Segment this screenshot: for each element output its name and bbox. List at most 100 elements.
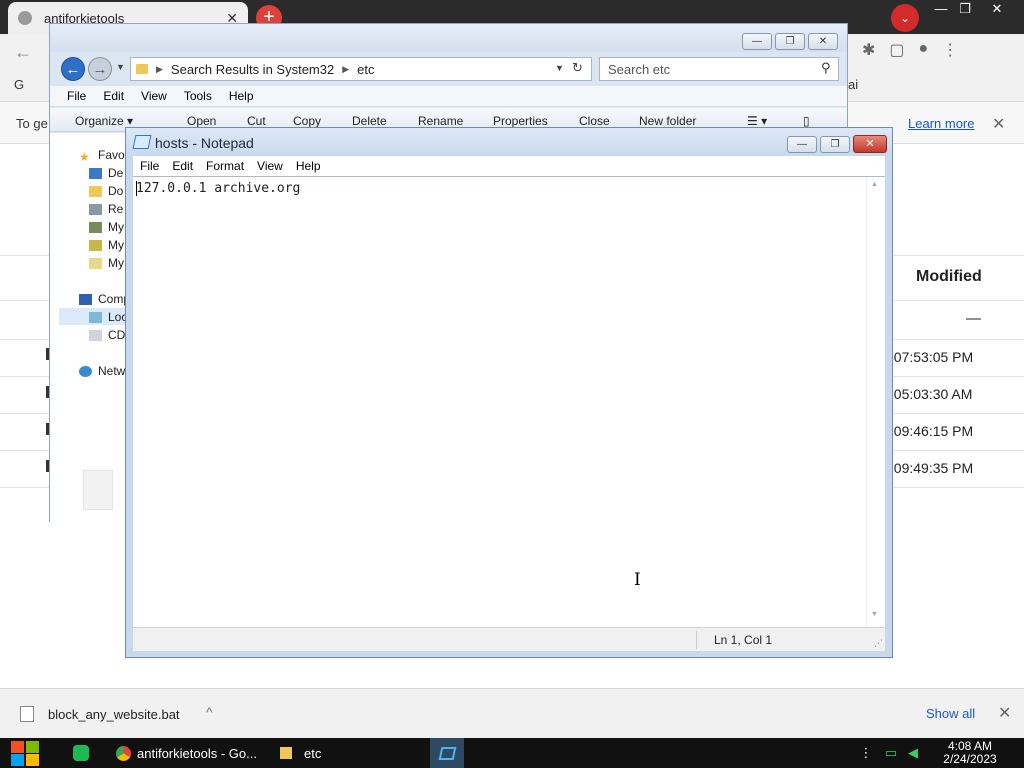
tree-item-downloads[interactable]: Do <box>89 184 123 198</box>
properties-button[interactable]: Properties <box>493 114 548 128</box>
speaker-icon[interactable]: ◀ <box>904 738 922 768</box>
tree-item-library[interactable]: My <box>89 220 124 234</box>
minimize-button[interactable]: — <box>742 33 772 50</box>
text-editor[interactable]: 127.0.0.1 archive.org ▲ ▼ <box>133 176 885 627</box>
folder-icon <box>136 64 148 74</box>
cd-drive-icon <box>89 329 102 341</box>
puzzle-icon[interactable]: ✱ <box>862 40 875 60</box>
back-arrow-icon[interactable]: ← <box>61 57 85 81</box>
tree-item-library[interactable]: My <box>89 238 124 252</box>
cut-button[interactable]: Cut <box>247 114 266 128</box>
menu-icon[interactable]: ⋮ <box>942 40 958 60</box>
explorer-menubar: File Edit View Tools Help <box>50 86 847 107</box>
maximize-button[interactable]: ❐ <box>775 33 805 50</box>
tree-item-local-disk[interactable]: Loc <box>89 310 127 324</box>
organize-button[interactable]: Organize ▾ <box>75 114 133 128</box>
network-icon[interactable]: ▭ <box>882 738 900 768</box>
scroll-down-icon[interactable]: ▼ <box>871 611 878 618</box>
taskbar-item-label: antiforkietools - Go... <box>137 745 257 761</box>
close-button[interactable]: ✕ <box>982 0 1012 18</box>
rename-button[interactable]: Rename <box>418 114 463 128</box>
open-button[interactable]: Open <box>187 114 216 128</box>
minimize-button[interactable]: — <box>787 136 817 153</box>
menu-view[interactable]: View <box>141 86 167 106</box>
preview-pane-icon[interactable]: ▯ <box>803 114 810 128</box>
start-button[interactable] <box>8 738 46 768</box>
search-input[interactable]: Search etc <box>599 57 839 81</box>
taskbar-item-notepad[interactable] <box>430 738 464 768</box>
tree-item-label: Favo <box>98 148 125 162</box>
more-options-icon[interactable]: ⋮ <box>858 738 874 768</box>
desktop-icon <box>89 167 102 179</box>
window-title: hosts - Notepad <box>155 135 254 151</box>
menu-view[interactable]: View <box>257 156 283 176</box>
extension-icons: ✱ ▢ ● ⋮ <box>862 40 958 60</box>
show-all-button[interactable]: Show all <box>926 706 975 721</box>
copy-button[interactable]: Copy <box>293 114 321 128</box>
menu-tools[interactable]: Tools <box>184 86 212 106</box>
notepad-icon[interactable] <box>132 135 152 149</box>
text-caret <box>136 181 137 196</box>
breadcrumb-item[interactable]: Search Results in System32 <box>171 62 334 77</box>
delete-button[interactable]: Delete <box>352 114 387 128</box>
taskbar-item-chrome[interactable]: antiforkietools - Go... <box>108 738 264 768</box>
scroll-up-icon[interactable]: ▲ <box>871 181 878 188</box>
view-options-icon[interactable]: ☰ ▾ <box>747 114 767 128</box>
tree-item-library[interactable]: My <box>89 256 124 270</box>
close-button[interactable]: ✕ <box>808 33 838 50</box>
taskbar-pin[interactable] <box>66 738 96 768</box>
resize-grip-icon[interactable]: ⋰ <box>874 638 883 649</box>
forward-arrow-icon[interactable]: → <box>88 57 112 81</box>
menu-help[interactable]: Help <box>296 156 321 176</box>
menu-file[interactable]: File <box>67 86 86 106</box>
tab-search-button[interactable]: ⌄ <box>891 4 919 32</box>
tree-item-cd-drive[interactable]: CD <box>89 328 125 342</box>
tree-item-favorites[interactable]: ★ Favo <box>79 148 125 164</box>
column-header-modified[interactable]: Modified <box>916 268 982 286</box>
account-icon[interactable]: ● <box>919 40 929 60</box>
tree-item-recent[interactable]: Re <box>89 202 123 216</box>
back-arrow-icon[interactable]: ← <box>14 42 32 63</box>
search-icon[interactable]: ⚲ <box>821 60 831 76</box>
menu-help[interactable]: Help <box>229 86 254 106</box>
network-icon <box>79 365 92 377</box>
close-command-button[interactable]: Close <box>579 114 610 128</box>
close-button[interactable]: ✕ <box>853 135 887 153</box>
close-icon[interactable]: ✕ <box>992 114 1005 134</box>
taskbar-item-explorer[interactable]: etc <box>272 738 422 768</box>
learn-more-link[interactable]: Learn more <box>908 116 974 131</box>
menu-format[interactable]: Format <box>206 156 244 176</box>
windows-logo-icon <box>11 754 24 766</box>
editor-content[interactable]: 127.0.0.1 archive.org <box>136 181 300 196</box>
tree-item-label: My <box>108 256 124 270</box>
chevron-down-icon[interactable]: ▼ <box>555 63 564 73</box>
library-icon <box>89 239 102 251</box>
menu-edit[interactable]: Edit <box>172 156 193 176</box>
download-item[interactable]: block_any_website.bat <box>48 707 180 722</box>
chevron-down-icon[interactable]: ▼ <box>116 62 125 72</box>
tree-item-label: De <box>108 166 124 180</box>
tree-item-network[interactable]: Netw <box>79 364 125 378</box>
tree-item-computer[interactable]: Comp <box>79 292 130 306</box>
menu-edit[interactable]: Edit <box>103 86 124 106</box>
sidepanel-icon[interactable]: ▢ <box>889 40 904 60</box>
address-bar[interactable]: ▶ Search Results in System32 ▶ etc <box>130 57 592 81</box>
vertical-scrollbar[interactable] <box>866 177 884 627</box>
menu-file[interactable]: File <box>140 156 159 176</box>
tree-item-label: CD <box>108 328 126 342</box>
new-folder-button[interactable]: New folder <box>639 114 696 128</box>
maximize-button[interactable]: ❐ <box>820 136 850 153</box>
restore-button[interactable]: ❐ <box>950 0 980 18</box>
bookmark-item[interactable]: ai <box>848 77 858 92</box>
close-icon[interactable]: ✕ <box>998 703 1011 723</box>
library-icon <box>89 257 102 269</box>
text-cursor-icon: I <box>634 570 641 590</box>
taskbar-clock[interactable]: 4:08 AM 2/24/2023 <box>938 740 1002 766</box>
bookmark-item[interactable]: G <box>14 77 24 92</box>
clock-date: 2/24/2023 <box>943 752 997 766</box>
breadcrumb-item[interactable]: etc <box>357 62 374 77</box>
refresh-icon[interactable]: ↻ <box>572 60 583 76</box>
tree-item-desktop[interactable]: De <box>89 166 123 180</box>
chevron-up-icon[interactable]: ^ <box>206 704 213 720</box>
explorer-titlebar[interactable] <box>50 24 847 52</box>
